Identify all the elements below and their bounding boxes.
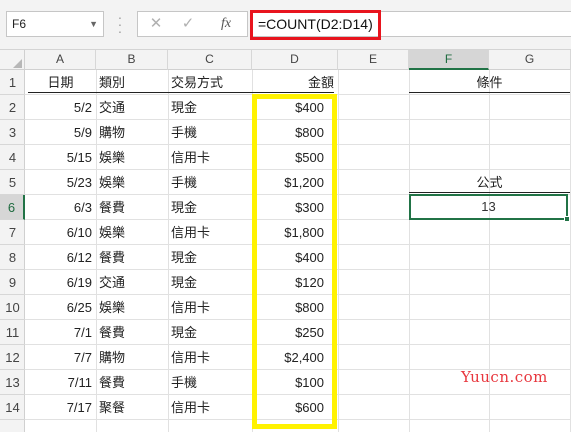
cell-category[interactable]: 餐費 [96,245,168,270]
cell-payment[interactable]: 現金 [168,95,252,120]
cell-category[interactable]: 交通 [96,95,168,120]
cell-category[interactable]: 購物 [96,345,168,370]
cell-payment[interactable]: 現金 [168,245,252,270]
insert-function-icon[interactable]: fx [210,12,242,36]
name-box[interactable]: F6 ▼ [6,11,104,37]
row-header-1[interactable]: 1 [0,70,25,95]
cell-category[interactable]: 聚餐 [96,395,168,420]
chevron-down-icon[interactable]: ▼ [89,12,98,36]
row-header-2[interactable]: 2 [0,95,25,120]
row-header-4[interactable]: 4 [0,145,25,170]
row-header-12[interactable]: 12 [0,345,25,370]
cell-payment[interactable]: 手機 [168,170,252,195]
watermark: Yuucn.com [461,368,548,386]
cell-date[interactable]: 7/7 [25,345,96,370]
row-header-11[interactable]: 11 [0,320,25,345]
formula-result: 13 [481,199,496,214]
more-options-icon[interactable]: · · · [116,10,124,38]
cell-payment[interactable]: 信用卡 [168,145,252,170]
cell-payment[interactable]: 手機 [168,370,252,395]
cell-category[interactable]: 娛樂 [96,295,168,320]
cell-date[interactable]: 5/2 [25,95,96,120]
row-headers: 1 2 3 4 5 6 7 8 9 10 11 12 13 14 [0,70,25,432]
cell-payment[interactable]: 現金 [168,195,252,220]
cell-category[interactable]: 交通 [96,270,168,295]
cell-category[interactable]: 購物 [96,120,168,145]
cell-date[interactable]: 5/15 [25,145,96,170]
row-header-7[interactable]: 7 [0,220,25,245]
row-header-13[interactable]: 13 [0,370,25,395]
formula-text: =COUNT(D2:D14) [250,10,381,40]
cell-payment[interactable]: 現金 [168,270,252,295]
cell-category[interactable]: 餐費 [96,370,168,395]
selected-cell-f6[interactable]: 13 [409,194,570,222]
cancel-icon[interactable]: ✕ [140,12,172,36]
column-header-d[interactable]: D [252,50,338,70]
row-header-10[interactable]: 10 [0,295,25,320]
cell-payment[interactable]: 信用卡 [168,220,252,245]
cell-date[interactable]: 7/1 [25,320,96,345]
cell-date[interactable]: 7/17 [25,395,96,420]
row-header-8[interactable]: 8 [0,245,25,270]
cell-date[interactable]: 6/19 [25,270,96,295]
name-box-value: F6 [12,17,27,31]
cell-date[interactable]: 6/3 [25,195,96,220]
enter-icon[interactable]: ✓ [172,12,204,36]
row-header-9[interactable]: 9 [0,270,25,295]
column-header-b[interactable]: B [96,50,168,70]
cell-payment[interactable]: 信用卡 [168,345,252,370]
header-underline [28,92,334,93]
row-header-6[interactable]: 6 [0,195,25,220]
column-header-f[interactable]: F [409,50,489,70]
cell-payment[interactable]: 現金 [168,320,252,345]
cell-category[interactable]: 娛樂 [96,170,168,195]
column-header-g[interactable]: G [489,50,571,70]
formula-input[interactable]: =COUNT(D2:D14) [250,10,571,40]
gridline [338,70,339,432]
row-header-5[interactable]: 5 [0,170,25,195]
select-all-button[interactable] [0,50,25,70]
row-header-3[interactable]: 3 [0,120,25,145]
cell-payment[interactable]: 手機 [168,120,252,145]
cell-date[interactable]: 5/23 [25,170,96,195]
fill-handle[interactable] [564,216,570,222]
cell-category[interactable]: 娛樂 [96,220,168,245]
column-header-e[interactable]: E [338,50,409,70]
cell-category[interactable]: 餐費 [96,195,168,220]
select-all-icon [13,59,22,68]
column-header-c[interactable]: C [168,50,252,70]
column-headers: A B C D E F G [0,50,571,70]
gridline [409,70,410,432]
condition-underline [409,92,570,93]
formula-buttons: ✕ ✓ fx [137,11,248,37]
row-header-14[interactable]: 14 [0,395,25,420]
cell-date[interactable]: 6/25 [25,295,96,320]
cell-date[interactable]: 5/9 [25,120,96,145]
range-highlight [252,94,337,429]
cell-payment[interactable]: 信用卡 [168,295,252,320]
column-header-a[interactable]: A [25,50,96,70]
cell-date[interactable]: 6/10 [25,220,96,245]
cell-payment[interactable]: 信用卡 [168,395,252,420]
formula-bar: F6 ▼ · · · ✕ ✓ fx =COUNT(D2:D14) [0,0,571,50]
cell-date[interactable]: 7/11 [25,370,96,395]
cell-date[interactable]: 6/12 [25,245,96,270]
cell-category[interactable]: 娛樂 [96,145,168,170]
formula-label-underline [409,192,570,193]
cell-category[interactable]: 餐費 [96,320,168,345]
